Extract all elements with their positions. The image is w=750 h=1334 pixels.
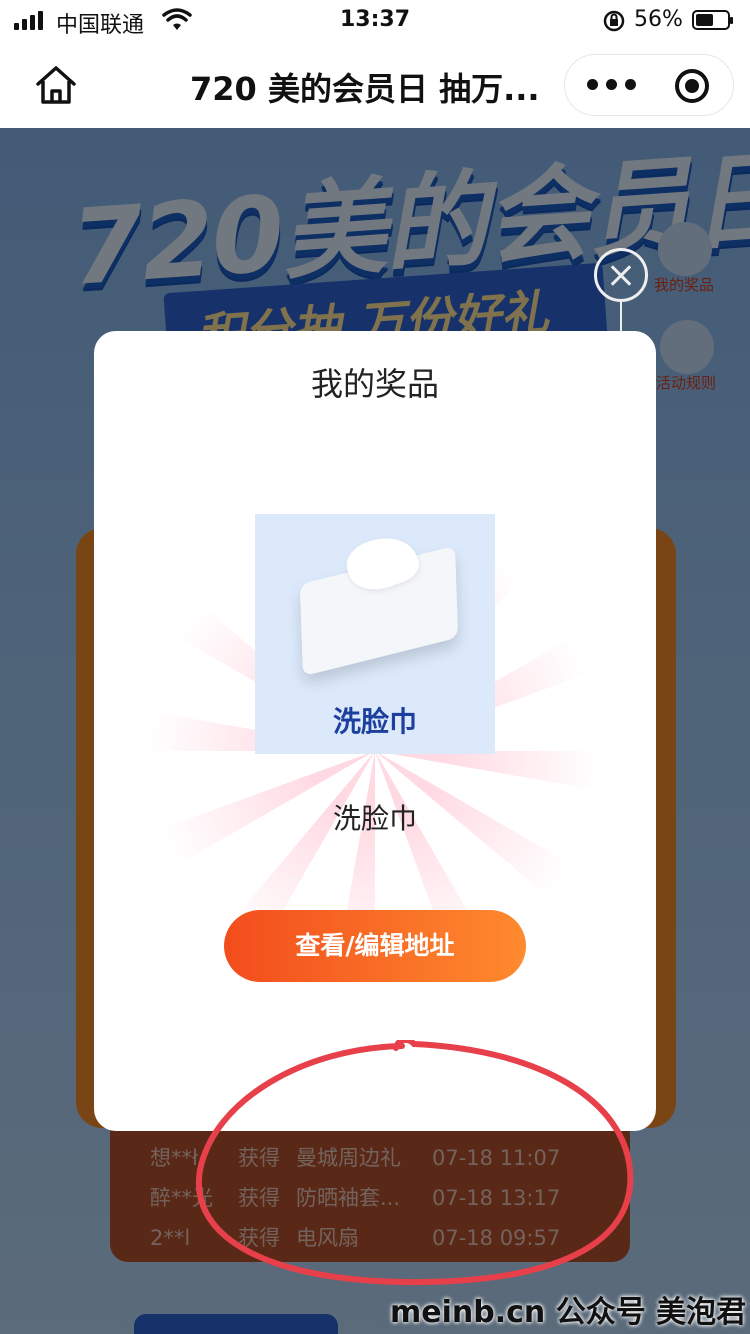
rotation-lock-icon xyxy=(602,9,626,39)
prize-image: 洗脸巾 xyxy=(255,514,495,754)
view-edit-address-button[interactable]: 查看/编辑地址 xyxy=(224,910,526,982)
close-icon[interactable] xyxy=(594,248,648,302)
prize-image-label: 洗脸巾 xyxy=(332,705,417,738)
prize-name: 洗脸巾 xyxy=(332,802,417,835)
close-miniprogram-icon[interactable] xyxy=(675,69,709,103)
my-prizes-dialog: 我的奖品 洗脸巾 洗脸巾 查看/编辑地址 xyxy=(94,331,656,1131)
red-circle-annotation xyxy=(195,1040,634,1286)
battery-percent: 56% xyxy=(634,7,683,32)
capsule-menu xyxy=(564,54,734,116)
dialog-title: 我的奖品 xyxy=(310,365,439,403)
watermark: meinb.cn 公众号 美泡君 xyxy=(390,1295,747,1330)
mini-program-nav-bar: 720 美的会员日 抽万... xyxy=(0,42,750,128)
home-icon[interactable] xyxy=(34,64,78,106)
page-title: 720 美的会员日 抽万... xyxy=(190,70,540,108)
status-bar: 中国联通 13:37 56% xyxy=(0,0,750,42)
close-connector xyxy=(620,302,622,332)
more-options-icon[interactable] xyxy=(587,79,636,90)
battery-icon xyxy=(692,10,733,30)
